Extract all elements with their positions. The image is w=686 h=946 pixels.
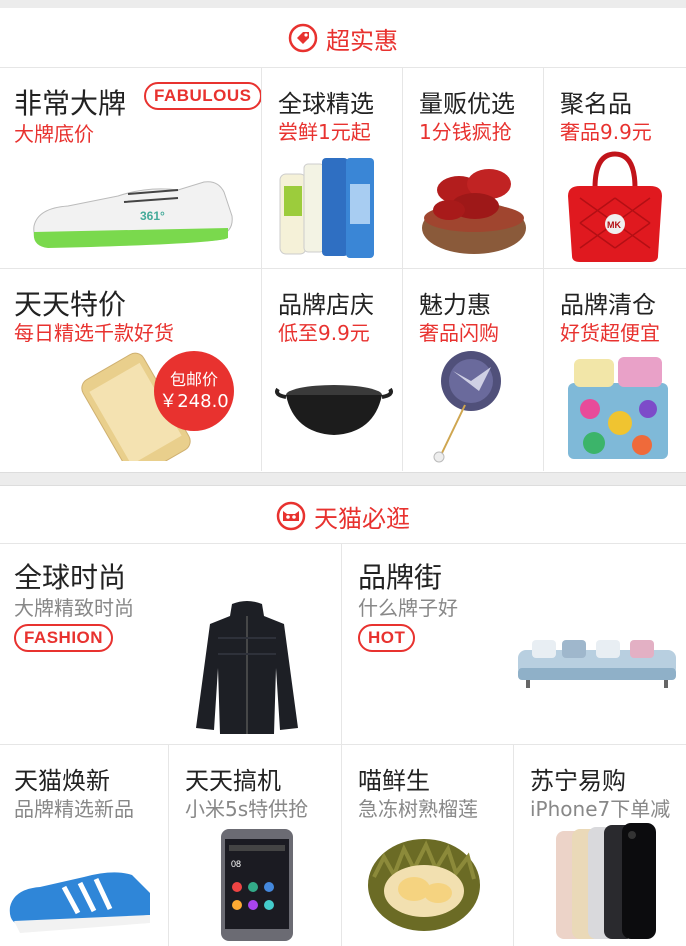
bedding-image bbox=[568, 357, 668, 459]
tile-title: 量贩优选 bbox=[419, 90, 515, 118]
tile-subtitle: 每日精选千款好货 bbox=[14, 321, 174, 345]
xiaomi-phone-image: 08 bbox=[221, 829, 293, 941]
tile-liangfanyouxuan[interactable]: 量贩优选 1分钱疯抢 bbox=[403, 68, 543, 268]
hot-tag: HOT bbox=[358, 624, 416, 652]
tile-subtitle: 大牌底价 bbox=[14, 122, 94, 146]
tile-tianmaohuanxin[interactable]: 天猫焕新 品牌精选新品 bbox=[0, 745, 168, 946]
tile-subtitle: 好货超便宜 bbox=[560, 321, 660, 345]
section-separator bbox=[0, 472, 686, 486]
tile-subtitle: 低至9.9元 bbox=[278, 321, 370, 345]
tile-feichangdapai[interactable]: 非常大牌 FABULOUS 大牌底价 361° bbox=[0, 68, 261, 268]
tile-title: 喵鲜生 bbox=[358, 767, 430, 795]
durian-image bbox=[368, 839, 480, 931]
sofa-image bbox=[518, 640, 676, 688]
brooch-image bbox=[433, 351, 501, 463]
tile-subtitle: 1分钱疯抢 bbox=[419, 120, 512, 144]
tile-pinpaijie[interactable]: 品牌街 什么牌子好 HOT bbox=[342, 544, 686, 744]
handbag-image: MK bbox=[568, 151, 662, 262]
tile-title: 品牌清仓 bbox=[560, 291, 656, 319]
fashion-tag: FASHION bbox=[14, 624, 114, 652]
tile-title: 全球精选 bbox=[278, 90, 374, 118]
tile-subtitle: 尝鲜1元起 bbox=[278, 120, 371, 144]
tile-title: 魅力惠 bbox=[419, 291, 491, 319]
tile-subtitle: 小米5s特供抢 bbox=[185, 797, 309, 821]
tile-quanqiushishang[interactable]: 全球时尚 大牌精致时尚 FASHION bbox=[0, 544, 341, 744]
tile-tiantiangaoji[interactable]: 天天搞机 小米5s特供抢 08 bbox=[169, 745, 341, 946]
iphone-image bbox=[556, 823, 656, 939]
tile-title: 苏宁易购 bbox=[530, 767, 626, 795]
jacket-image bbox=[196, 601, 298, 734]
tile-subtitle: 急冻树熟榴莲 bbox=[358, 797, 478, 821]
tile-subtitle: 品牌精选新品 bbox=[14, 797, 134, 821]
tile-subtitle: iPhone7下单减 bbox=[530, 797, 671, 821]
tile-suningyigou[interactable]: 苏宁易购 iPhone7下单减 bbox=[514, 745, 686, 946]
football-boot-image bbox=[9, 872, 151, 933]
badge-label: 包邮价 bbox=[169, 370, 218, 389]
top-separator bbox=[0, 0, 686, 8]
price-badge: 包邮价 ￥248.0 bbox=[154, 351, 234, 431]
tile-title: 全球时尚 bbox=[14, 561, 127, 594]
section-title: 超实惠 bbox=[326, 26, 398, 55]
red-dates-image bbox=[422, 169, 526, 254]
tile-quanqiujingxuan[interactable]: 全球精选 尝鲜1元起 bbox=[262, 68, 402, 268]
tile-subtitle: 奢品闪购 bbox=[419, 321, 499, 345]
skincare-bottles-image bbox=[279, 158, 374, 258]
tile-subtitle: 奢品9.9元 bbox=[560, 120, 652, 144]
tile-meilihui[interactable]: 魅力惠 奢品闪购 bbox=[403, 269, 543, 471]
tmall-cat-icon bbox=[276, 501, 306, 531]
tile-title: 品牌街 bbox=[358, 561, 443, 594]
tag-icon bbox=[288, 23, 318, 53]
svg-text:361°: 361° bbox=[140, 209, 165, 223]
section-header-chaoshihui: 超实惠 bbox=[0, 8, 686, 68]
tile-title: 聚名品 bbox=[560, 90, 632, 118]
tile-title: 非常大牌 bbox=[14, 87, 127, 120]
tile-title: 天天搞机 bbox=[185, 767, 281, 795]
sneaker-image: 361° bbox=[33, 181, 233, 248]
wok-image bbox=[275, 385, 393, 435]
tile-pinpaiqingcang[interactable]: 品牌清仓 好货超便宜 bbox=[544, 269, 686, 471]
section-header-tianmaobiguang: 天猫必逛 bbox=[0, 486, 686, 546]
tile-subtitle: 大牌精致时尚 bbox=[14, 596, 134, 620]
fabulous-tag: FABULOUS bbox=[144, 82, 261, 110]
svg-text:08: 08 bbox=[231, 859, 241, 869]
badge-price: ￥248.0 bbox=[159, 391, 229, 412]
section-title: 天猫必逛 bbox=[314, 504, 410, 533]
tile-title: 品牌店庆 bbox=[278, 291, 374, 319]
tile-tiantiantejia[interactable]: 天天特价 每日精选千款好货 包邮价 ￥248.0 bbox=[0, 269, 261, 471]
svg-text:MK: MK bbox=[607, 220, 621, 230]
tile-title: 天猫焕新 bbox=[14, 767, 110, 795]
tile-jumingpin[interactable]: 聚名品 奢品9.9元 MK bbox=[544, 68, 686, 268]
tile-pinpaidianqing[interactable]: 品牌店庆 低至9.9元 bbox=[262, 269, 402, 471]
tile-miaoxiansheng[interactable]: 喵鲜生 急冻树熟榴莲 bbox=[342, 745, 513, 946]
tile-subtitle: 什么牌子好 bbox=[358, 596, 458, 620]
